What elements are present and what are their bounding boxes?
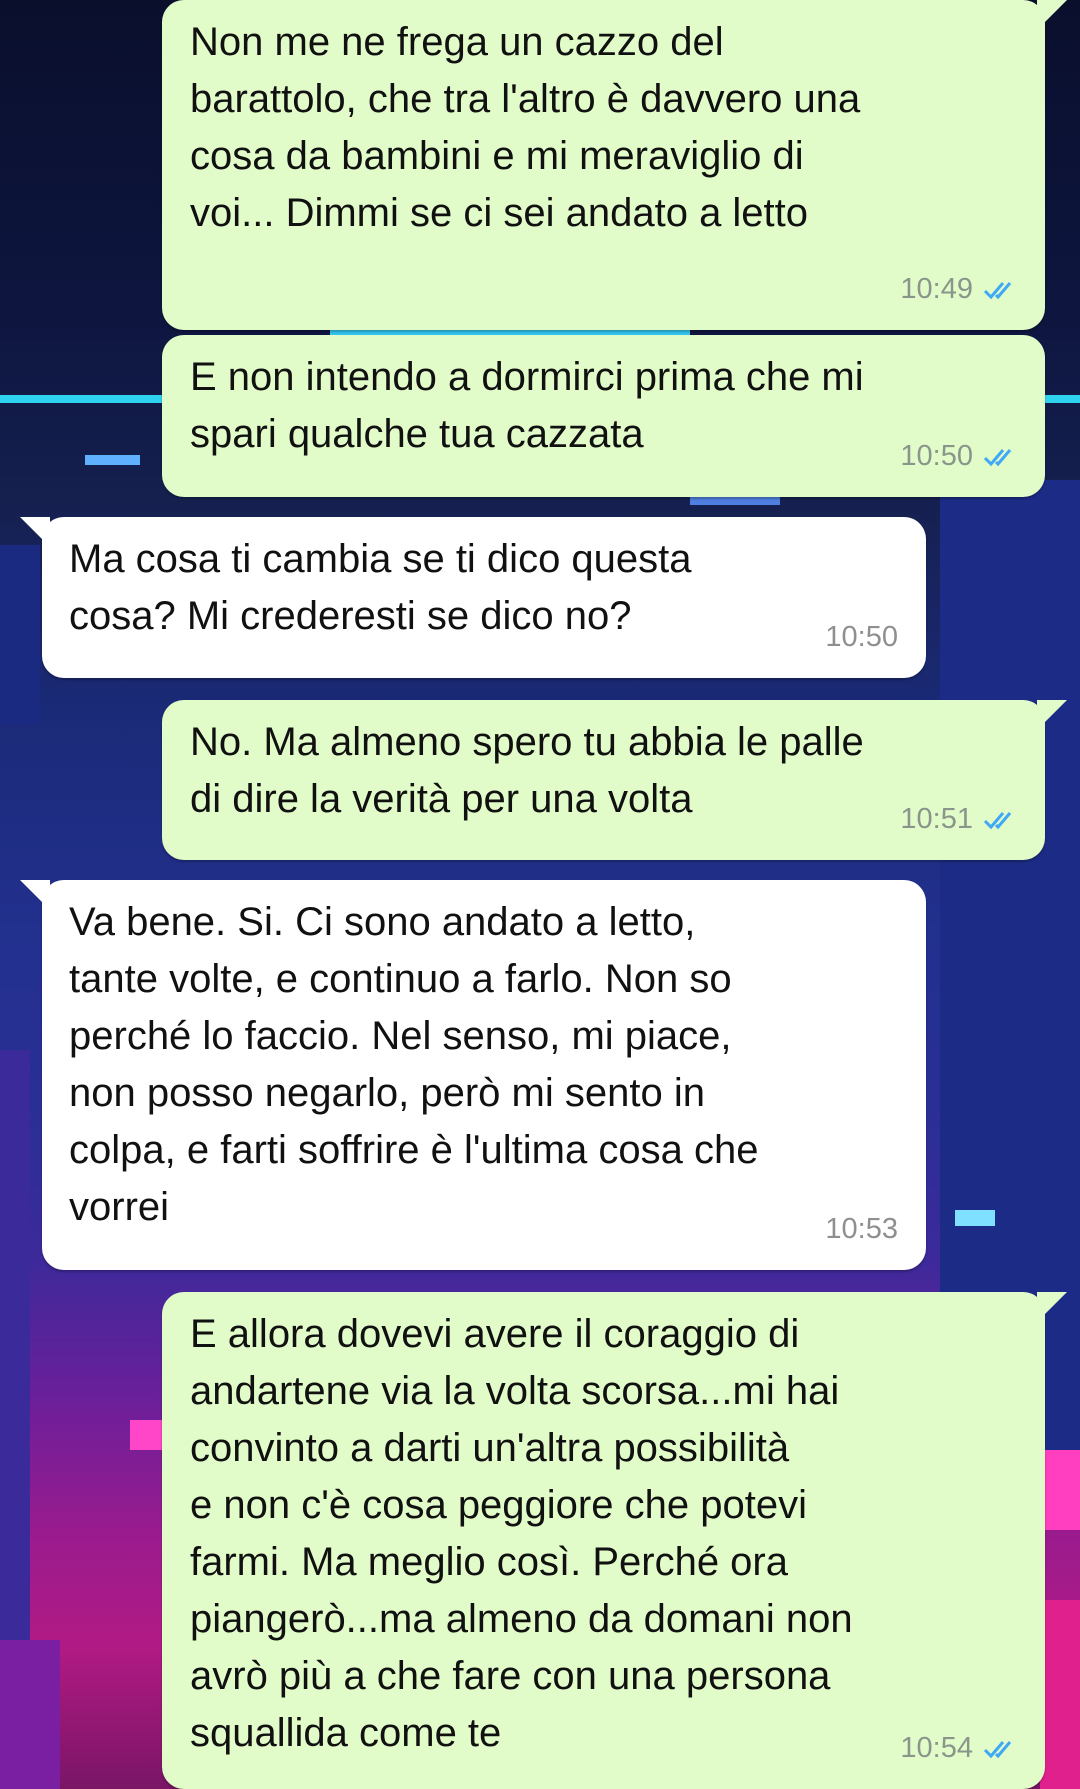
message-text: No. Ma almeno spero tu abbia le palle di… [190,720,864,821]
message-bubble-outgoing[interactable]: E non intendo a dormirci prima che mi sp… [162,335,1045,497]
message-meta: 10:50 [900,428,1017,485]
message-meta: 10:51 [900,791,1017,848]
message-bubble-incoming[interactable]: Va bene. Si. Ci sono andato a letto, tan… [20,880,926,1270]
message-time: 10:50 [825,621,898,653]
message-meta: 10:50 [825,609,898,666]
message-time: 10:51 [900,803,973,835]
message-bubble-incoming[interactable]: Ma cosa ti cambia se ti dico questa cosa… [20,517,926,678]
message-text: Ma cosa ti cambia se ti dico questa cosa… [69,537,692,638]
message-bubble-outgoing[interactable]: No. Ma almeno spero tu abbia le palle di… [162,700,1067,860]
message-text: E non intendo a dormirci prima che mi sp… [190,355,864,456]
message-text: E allora dovevi avere il coraggio di and… [190,1312,853,1755]
message-meta: 10:54 [900,1720,1017,1777]
message-time: 10:54 [900,1732,973,1764]
message-text: Va bene. Si. Ci sono andato a letto, tan… [69,900,759,1229]
message-time: 10:49 [900,273,973,305]
message-meta: 10:49 [900,261,1017,318]
message-time: 10:53 [825,1213,898,1245]
double-check-read-icon [983,448,1012,466]
message-time: 10:50 [900,440,973,472]
double-check-read-icon [983,1740,1012,1758]
double-check-read-icon [983,281,1012,299]
message-bubble-outgoing[interactable]: E allora dovevi avere il coraggio di and… [162,1292,1067,1789]
message-meta: 10:53 [825,1201,898,1258]
message-text: Non me ne frega un cazzo del barattolo, … [190,20,861,235]
message-bubble-outgoing[interactable]: Non me ne frega un cazzo del barattolo, … [162,0,1067,330]
double-check-read-icon [983,811,1012,829]
